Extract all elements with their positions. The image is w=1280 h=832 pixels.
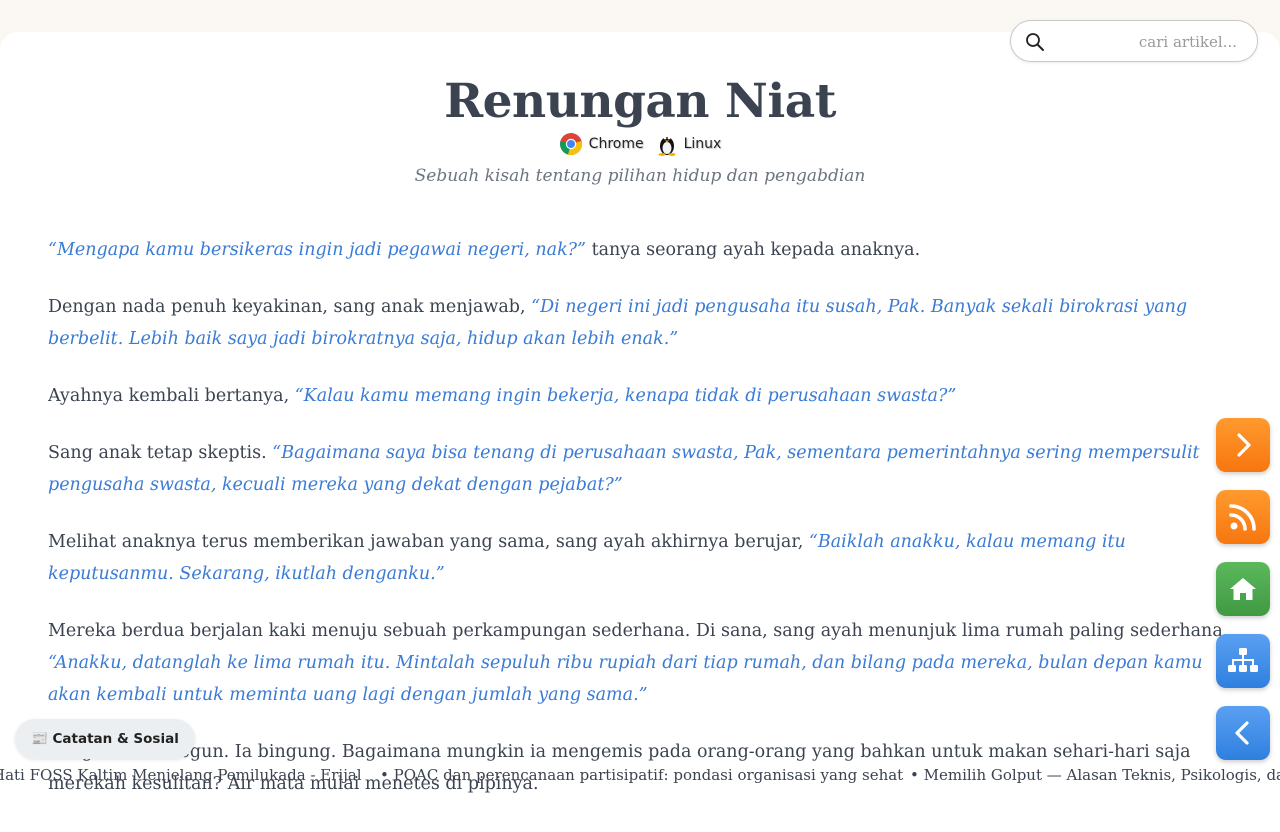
page-title: Renungan Niat — [444, 74, 836, 129]
paragraph: Mereka berdua berjalan kaki menuju sebua… — [48, 615, 1236, 711]
next-article-button[interactable] — [1216, 418, 1270, 472]
paragraph-quote: “Mengapa kamu bersikeras ingin jadi pega… — [48, 240, 586, 260]
paragraph: Melihat anaknya terus memberikan jawaban… — [48, 526, 1236, 590]
rss-feed-button[interactable] — [1216, 490, 1270, 544]
badge-chrome: Chrome — [559, 132, 644, 156]
paragraph: Sang anak tetap skeptis. “Bagaimana saya… — [48, 437, 1236, 501]
sitemap-icon — [1228, 648, 1258, 672]
badge-linux-label: Linux — [683, 136, 722, 152]
chevron-right-icon — [1237, 433, 1251, 457]
rss-icon — [1229, 504, 1256, 531]
chevron-left-icon — [1235, 721, 1249, 745]
search-icon — [1026, 33, 1044, 51]
badge-linux: Linux — [656, 132, 722, 156]
platform-badges: Chrome Linux — [0, 132, 1280, 156]
ticker-item[interactable]: • POAC dan perencanaan partisipatif: pon… — [380, 766, 903, 784]
news-ticker: Hati FOSS Kaltim Menjelang Pemilukada - … — [0, 764, 1280, 788]
ticker-item[interactable]: • Memilih Golput — Alasan Teknis, Psikol… — [910, 766, 1280, 784]
ticker-item[interactable]: Hati FOSS Kaltim Menjelang Pemilukada - … — [0, 766, 362, 784]
linux-tux-icon — [658, 136, 676, 156]
paragraph-text: tanya seorang ayah kepada anaknya. — [586, 240, 921, 260]
paragraph-quote: “Anakku, datanglah ke lima rumah itu. Mi… — [48, 653, 1203, 705]
page-subtitle: Sebuah kisah tentang pilihan hidup dan p… — [414, 166, 866, 186]
search-input[interactable] — [1055, 27, 1239, 57]
paragraph-quote: “Kalau kamu memang ingin bekerja, kenapa… — [294, 386, 957, 406]
home-icon — [1230, 578, 1256, 600]
home-button[interactable] — [1216, 562, 1270, 616]
previous-article-button[interactable] — [1216, 706, 1270, 760]
paragraph-text: Melihat anaknya terus memberikan jawaban… — [48, 532, 809, 552]
article-body: “Mengapa kamu bersikeras ingin jadi pega… — [48, 234, 1236, 800]
paragraph-text: Mereka berdua berjalan kaki menuju sebua… — [48, 621, 1229, 641]
paragraph-text: Dengan nada penuh keyakinan, sang anak m… — [48, 297, 532, 317]
badge-chrome-label: Chrome — [588, 136, 644, 152]
paragraph: “Mengapa kamu bersikeras ingin jadi pega… — [48, 234, 1236, 266]
catatan-sosial-label: 📰 Catatan & Sosial — [31, 731, 179, 747]
paragraph: Dengan nada penuh keyakinan, sang anak m… — [48, 291, 1236, 355]
paragraph-text: Ayahnya kembali bertanya, — [48, 386, 295, 406]
chrome-icon — [559, 133, 582, 156]
catatan-sosial-button[interactable]: 📰 Catatan & Sosial — [15, 719, 195, 759]
paragraph: Ayahnya kembali bertanya, “Kalau kamu me… — [48, 380, 1236, 412]
search-box[interactable] — [1010, 20, 1258, 62]
paragraph-text: Sang anak tetap skeptis. — [48, 443, 273, 463]
sitemap-button[interactable] — [1216, 634, 1270, 688]
